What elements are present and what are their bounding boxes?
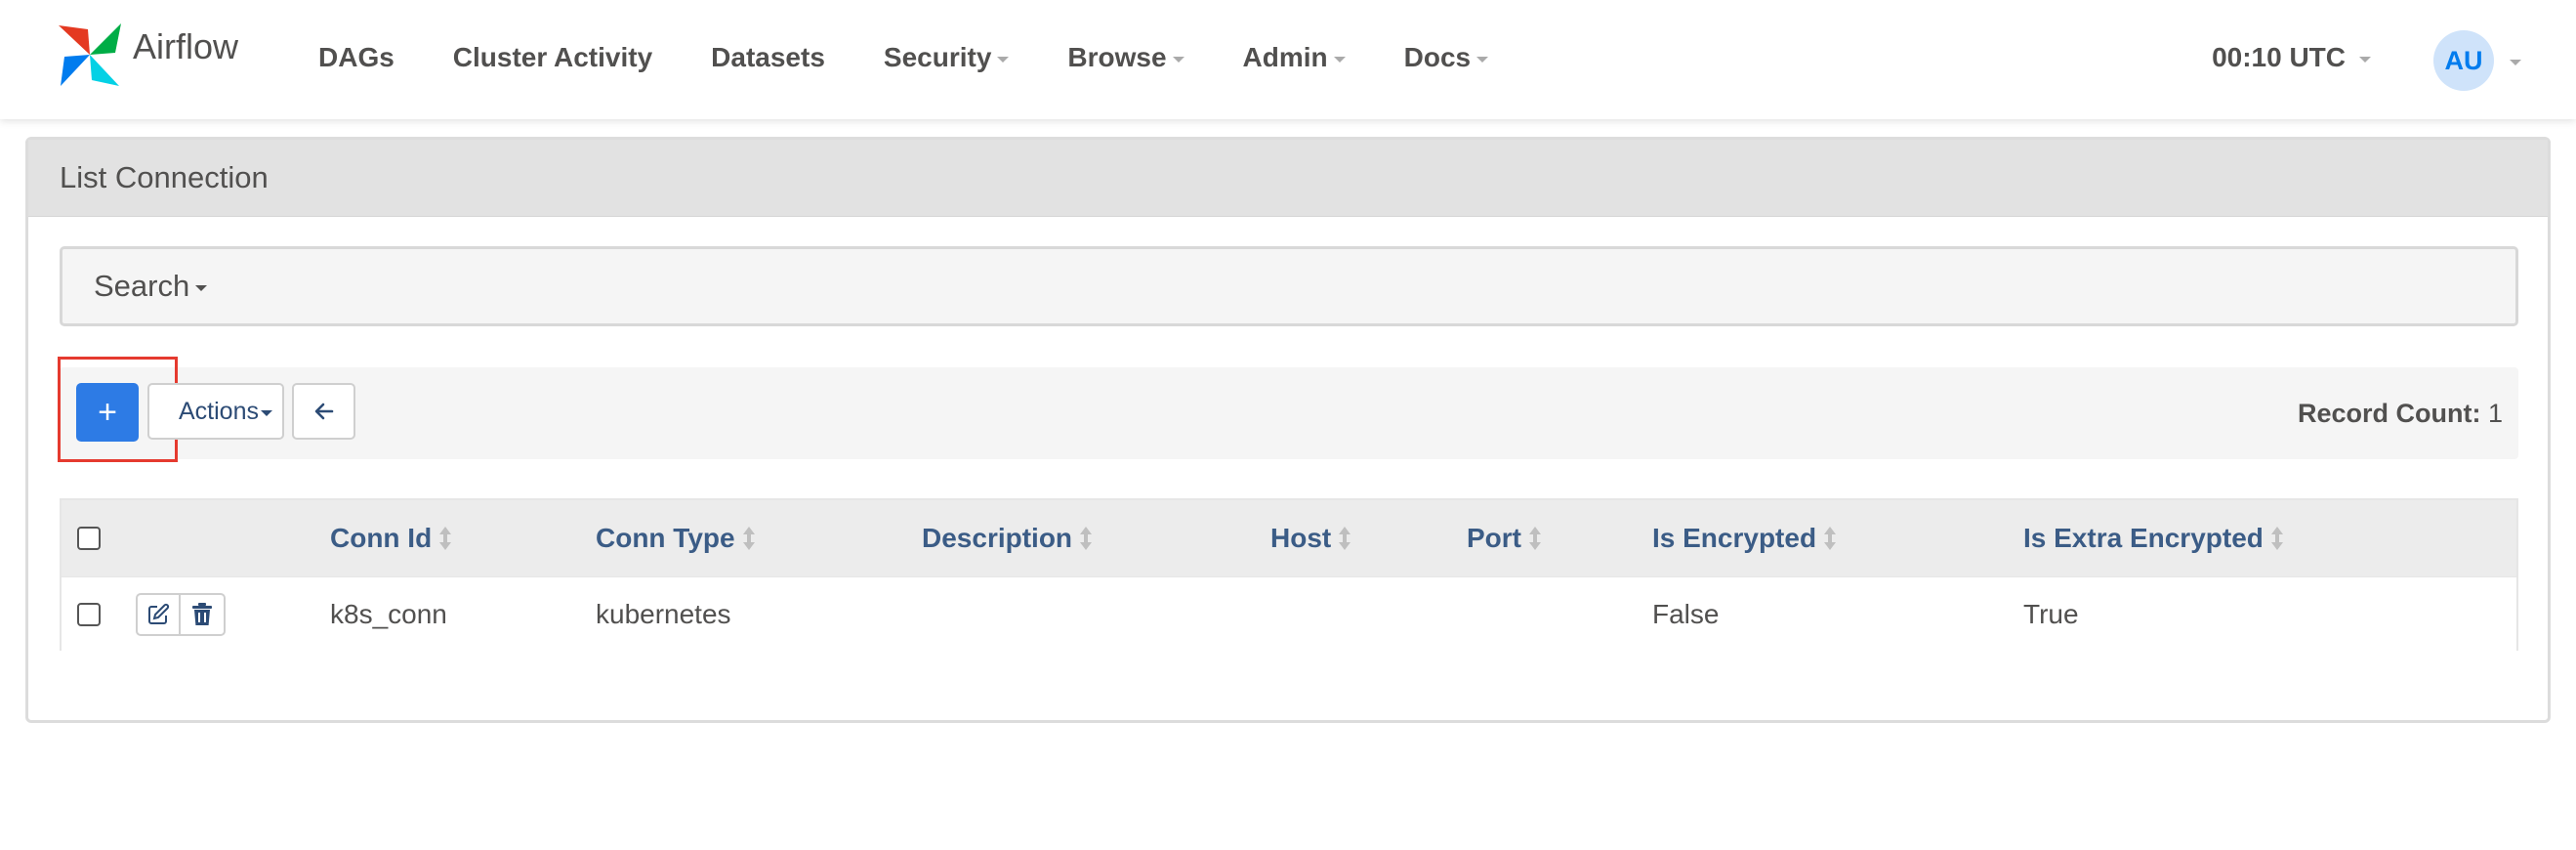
col-port-label: Port bbox=[1467, 523, 1521, 553]
nav-docs[interactable]: Docs bbox=[1375, 42, 1517, 73]
add-connection-button[interactable]: + bbox=[76, 383, 139, 442]
delete-record-button[interactable] bbox=[181, 592, 226, 636]
table-header: Conn Id Conn Type Description Host Port … bbox=[62, 500, 2516, 576]
search-label: Search bbox=[94, 269, 190, 303]
sort-icon bbox=[437, 525, 452, 552]
chevron-down-icon bbox=[195, 285, 208, 291]
main-nav: DAGs Cluster Activity Datasets Security … bbox=[289, 0, 1517, 119]
chevron-down-icon bbox=[1476, 57, 1489, 63]
select-all-checkbox[interactable] bbox=[77, 527, 101, 550]
actions-label: Actions bbox=[179, 397, 259, 425]
sort-icon bbox=[1078, 525, 1093, 552]
nav-cluster-activity-label: Cluster Activity bbox=[452, 42, 653, 72]
cell-conn-type: kubernetes bbox=[596, 577, 731, 651]
search-toggle[interactable]: Search bbox=[60, 246, 2518, 326]
chevron-down-icon bbox=[260, 410, 272, 416]
back-button[interactable] bbox=[292, 383, 355, 440]
toolbar bbox=[60, 367, 2518, 459]
chevron-down-icon bbox=[997, 57, 1010, 63]
trash-icon bbox=[192, 602, 212, 625]
col-description[interactable]: Description bbox=[922, 500, 1093, 576]
avatar: AU bbox=[2433, 30, 2494, 91]
record-count: Record Count: 1 bbox=[2298, 392, 2503, 435]
row-checkbox[interactable] bbox=[77, 602, 101, 626]
timezone-clock[interactable]: 00:10 UTC bbox=[2212, 42, 2371, 73]
arrow-left-icon bbox=[314, 403, 333, 420]
nav-admin[interactable]: Admin bbox=[1214, 42, 1375, 73]
col-conn-type[interactable]: Conn Type bbox=[596, 500, 755, 576]
nav-security-label: Security bbox=[883, 42, 992, 72]
chevron-down-icon bbox=[1172, 57, 1184, 63]
nav-browse-label: Browse bbox=[1067, 42, 1167, 72]
nav-security[interactable]: Security bbox=[854, 42, 1039, 73]
col-port[interactable]: Port bbox=[1467, 500, 1541, 576]
sort-icon bbox=[2269, 525, 2283, 552]
nav-browse[interactable]: Browse bbox=[1038, 42, 1213, 73]
nav-dags[interactable]: DAGs bbox=[289, 42, 424, 73]
chevron-down-icon bbox=[2359, 57, 2371, 63]
nav-datasets-label: Datasets bbox=[711, 42, 825, 72]
sort-icon bbox=[1527, 525, 1541, 552]
table-row: k8s_conn kubernetes False True bbox=[62, 576, 2516, 651]
cell-is-extra-encrypted: True bbox=[2023, 577, 2079, 651]
sort-icon bbox=[741, 525, 755, 552]
nav-docs-label: Docs bbox=[1403, 42, 1472, 72]
conn-type-value: kubernetes bbox=[596, 598, 731, 629]
edit-record-button[interactable] bbox=[136, 592, 181, 636]
plus-icon: + bbox=[98, 393, 117, 431]
col-description-label: Description bbox=[922, 523, 1073, 553]
col-is-extra-encrypted[interactable]: Is Extra Encrypted bbox=[2023, 500, 2283, 576]
user-menu[interactable]: AU bbox=[2433, 30, 2521, 91]
col-conn-type-label: Conn Type bbox=[596, 523, 735, 553]
nav-admin-label: Admin bbox=[1242, 42, 1328, 72]
brand-link[interactable]: Airflow bbox=[53, 18, 238, 92]
cell-is-encrypted: False bbox=[1652, 577, 1719, 651]
col-is-encrypted[interactable]: Is Encrypted bbox=[1652, 500, 1837, 576]
navbar: Airflow DAGs Cluster Activity Datasets S… bbox=[0, 0, 2576, 119]
sort-icon bbox=[1337, 525, 1351, 552]
brand-name: Airflow bbox=[133, 26, 239, 66]
chevron-down-icon bbox=[2510, 60, 2521, 65]
col-is-encrypted-label: Is Encrypted bbox=[1652, 523, 1817, 553]
row-actions bbox=[136, 577, 226, 651]
actions-dropdown-button[interactable]: Actions bbox=[147, 383, 284, 440]
edit-icon bbox=[148, 603, 170, 624]
sort-icon bbox=[1822, 525, 1837, 552]
list-connection-panel: List Connection Search Record Count: 1 C… bbox=[25, 137, 2551, 723]
conn-id-value: k8s_conn bbox=[330, 598, 447, 629]
col-is-extra-encrypted-label: Is Extra Encrypted bbox=[2023, 523, 2264, 553]
clock-label: 00:10 UTC bbox=[2212, 42, 2346, 72]
cell-conn-id: k8s_conn bbox=[330, 577, 447, 651]
col-host[interactable]: Host bbox=[1270, 500, 1351, 576]
nav-right: 00:10 UTC AU bbox=[2212, 0, 2576, 119]
nav-datasets[interactable]: Datasets bbox=[682, 42, 854, 73]
is-extra-encrypted-value: True bbox=[2023, 598, 2079, 629]
is-encrypted-value: False bbox=[1652, 598, 1720, 629]
select-all-cell bbox=[77, 500, 101, 576]
record-count-value: 1 bbox=[2487, 399, 2503, 428]
connections-table: Conn Id Conn Type Description Host Port … bbox=[60, 498, 2518, 651]
panel-title: List Connection bbox=[28, 140, 2548, 217]
record-count-label: Record Count: bbox=[2297, 399, 2481, 428]
col-conn-id[interactable]: Conn Id bbox=[330, 500, 452, 576]
row-select-cell bbox=[77, 577, 101, 651]
nav-cluster-activity[interactable]: Cluster Activity bbox=[424, 42, 682, 73]
airflow-pinwheel-icon bbox=[59, 23, 121, 86]
col-host-label: Host bbox=[1270, 523, 1332, 553]
chevron-down-icon bbox=[1333, 57, 1346, 63]
col-conn-id-label: Conn Id bbox=[330, 523, 433, 553]
nav-dags-label: DAGs bbox=[318, 42, 395, 72]
